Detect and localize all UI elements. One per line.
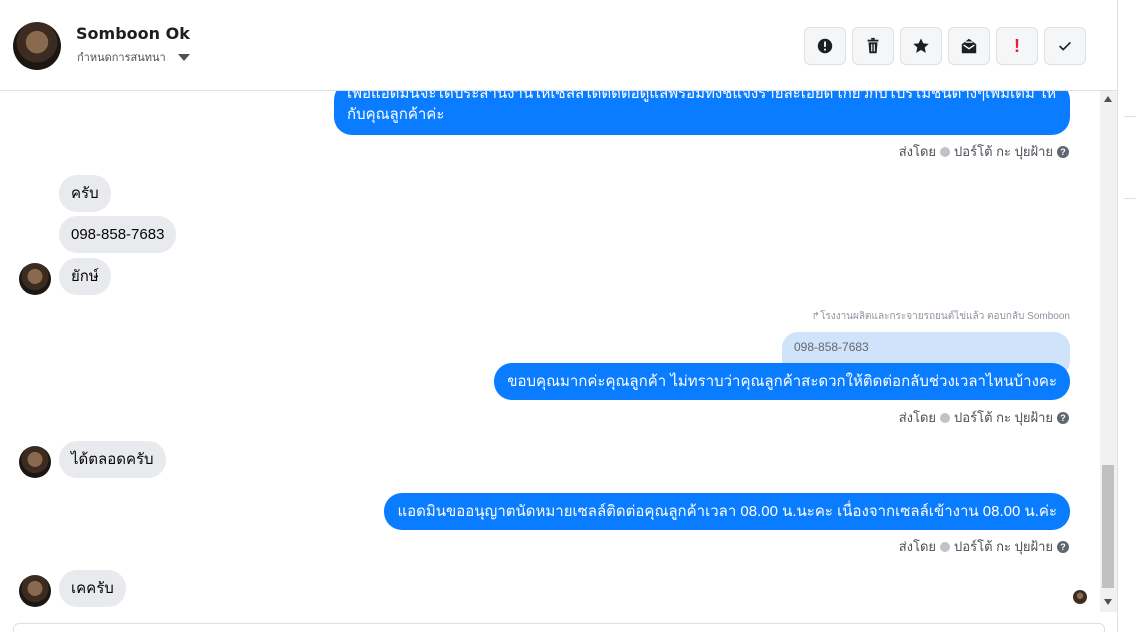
caret-down-icon (177, 53, 190, 61)
assign-conversation-dropdown[interactable]: กำหนดการสนทนา (77, 48, 190, 66)
outgoing-message: แอดมินขออนุญาตนัดหมายเซลล์ติดต่อคุณลูกค้… (384, 493, 1070, 530)
incoming-message: เคครับ (59, 570, 126, 607)
reply-note: ↱โรงงานผลิตและกระจายรถยนต์ไข่แล้ว ตอบกลั… (811, 311, 1070, 322)
outgoing-message: ขอบคุณมากค่ะคุณลูกค้า ไม่ทราบว่าคุณลูกค้… (494, 363, 1070, 400)
contact-avatar-small (19, 263, 51, 295)
sender-name: ปอร์โต้ กะ ปุยฝ้าย (954, 410, 1053, 425)
scrollbar-thumb[interactable] (1102, 465, 1114, 588)
check-icon (940, 146, 951, 157)
outgoing-message: เพื่อแอดมินจะได้ประสานงานให้เซลล์ได้ติดต… (334, 91, 1070, 135)
sent-by-row: ส่งโดย ปอร์โต้ กะ ปุยฝ้าย ? (899, 141, 1069, 162)
trash-icon (867, 37, 879, 54)
message-line: กับคุณลูกค้าค่ะ (347, 106, 445, 123)
help-icon[interactable]: ? (1057, 411, 1069, 424)
checkmark-icon (1059, 41, 1071, 51)
sent-by-row: ส่งโดย ปอร์โต้ กะ ปุยฝ้าย ? (899, 407, 1069, 428)
conversation-panel: Somboon Ok กำหนดการสนทนา ! เพื่อแอดมินจะ… (0, 0, 1118, 632)
incoming-message: ครับ (59, 175, 111, 212)
scroll-up-arrow-icon[interactable] (1104, 96, 1112, 102)
sent-by-label: ส่งโดย (898, 144, 937, 159)
message-composer[interactable] (13, 623, 1105, 632)
seen-avatar (1073, 590, 1087, 604)
contact-avatar-small (19, 446, 51, 478)
conversation-header: Somboon Ok กำหนดการสนทนา ! (0, 0, 1117, 91)
help-icon[interactable]: ? (1057, 145, 1069, 158)
divider (1124, 198, 1136, 199)
help-icon[interactable]: ? (1057, 540, 1069, 553)
sent-by-label: ส่งโดย (898, 410, 937, 425)
incoming-message: ยักษ์ (59, 258, 111, 295)
sent-by-row: ส่งโดย ปอร์โต้ กะ ปุยฝ้าย ? (899, 536, 1069, 557)
divider (1124, 116, 1136, 117)
sender-name: ปอร์โต้ กะ ปุยฝ้าย (954, 144, 1053, 159)
important-button[interactable]: ! (996, 27, 1038, 65)
report-button[interactable] (804, 27, 846, 65)
message-thread[interactable]: เพื่อแอดมินจะได้ประสานงานให้เซลล์ได้ติดต… (0, 91, 1100, 621)
contact-name[interactable]: Somboon Ok (76, 24, 190, 43)
reply-note-text: โรงงานผลิตและกระจายรถยนต์ไข่แล้ว ตอบกลับ… (820, 311, 1070, 322)
exclamation-icon: ! (1014, 35, 1020, 56)
mark-unread-icon (961, 38, 977, 54)
mark-unread-button[interactable] (948, 27, 990, 65)
done-button[interactable] (1044, 27, 1086, 65)
star-icon (913, 38, 929, 53)
contact-avatar-small (19, 575, 51, 607)
incoming-message: ได้ตลอดครับ (59, 441, 166, 478)
check-icon (940, 412, 951, 423)
alert-circle-icon (817, 38, 833, 54)
message-line: เพื่อแอดมินจะได้ประสานงานให้เซลล์ได้ติดต… (347, 91, 1057, 102)
assign-label: กำหนดการสนทนา (77, 51, 166, 64)
check-icon (940, 541, 951, 552)
star-button[interactable] (900, 27, 942, 65)
scroll-down-arrow-icon[interactable] (1104, 599, 1112, 605)
sender-name: ปอร์โต้ กะ ปุยฝ้าย (954, 539, 1053, 554)
sent-by-label: ส่งโดย (898, 539, 937, 554)
contact-avatar[interactable] (13, 22, 61, 70)
toolbar: ! (804, 27, 1086, 65)
delete-button[interactable] (852, 27, 894, 65)
incoming-message: 098-858-7683 (59, 216, 177, 253)
